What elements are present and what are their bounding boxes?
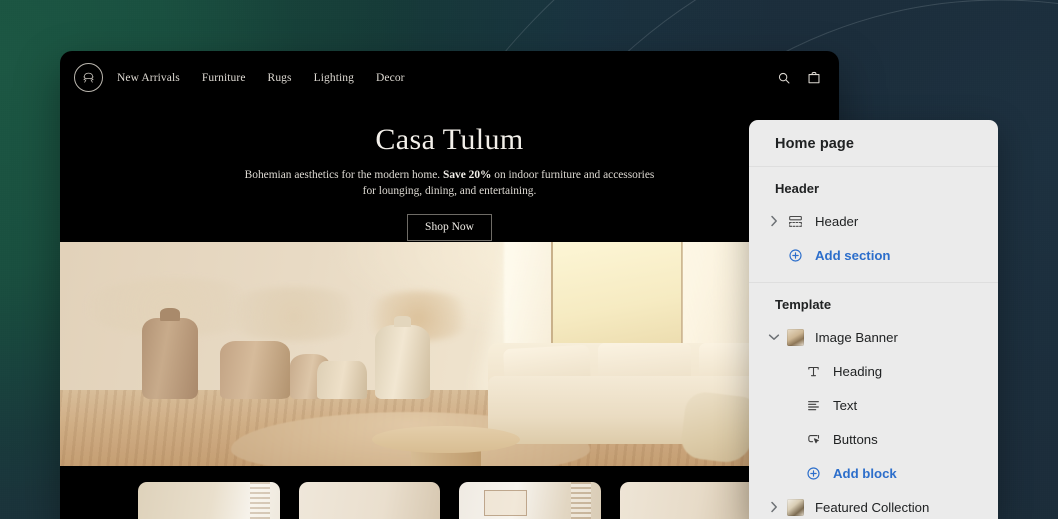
sidebar-item-label: Featured Collection (815, 499, 930, 515)
add-section-button[interactable]: Add section (749, 238, 998, 272)
theme-editor-sidebar[interactable]: Home page Header Header Add section Temp… (749, 120, 998, 519)
card-window-detail (249, 482, 270, 519)
hero-copy: Casa Tulum Bohemian aesthetics for the m… (60, 104, 839, 241)
sidebar-block-text[interactable]: Text (749, 388, 998, 422)
hero-vase-tall (141, 307, 198, 399)
hero-vase-cream (375, 316, 430, 399)
header-section-icon (783, 214, 807, 229)
hero-title: Casa Tulum (375, 123, 524, 156)
add-block-button[interactable]: Add block (749, 456, 998, 490)
hero-subtitle-emphasis: Save 20% (443, 168, 492, 181)
hero-subtitle: Bohemian aesthetics for the modern home.… (240, 167, 660, 199)
image-thumbnail-icon (783, 498, 807, 516)
hero-pampas-center (215, 286, 372, 341)
product-card[interactable] (619, 482, 761, 519)
hero-subtitle-part1: Bohemian aesthetics for the modern home. (244, 168, 443, 181)
hero-image (60, 242, 839, 466)
shop-now-button[interactable]: Shop Now (407, 213, 492, 241)
chevron-down-icon[interactable] (767, 333, 781, 341)
hero-cta-wrap: Shop Now (130, 199, 769, 241)
nav-link-furniture[interactable]: Furniture (202, 72, 246, 84)
page-title: Home page (775, 136, 855, 152)
shopping-bag-icon[interactable] (807, 70, 821, 85)
chevron-right-icon[interactable] (767, 501, 781, 513)
nav-link-decor[interactable]: Decor (376, 72, 405, 84)
nav-link-rugs[interactable]: Rugs (268, 72, 292, 84)
product-card[interactable] (459, 482, 601, 519)
sidebar-block-label: Heading (833, 363, 883, 379)
sidebar-block-label: Buttons (833, 431, 878, 447)
store-nav-links: New Arrivals Furniture Rugs Lighting Dec… (117, 72, 405, 84)
card-framed-art (484, 490, 527, 517)
sidebar-item-label: Header (815, 213, 859, 229)
store-nav-actions (777, 70, 821, 85)
add-section-label: Add section (815, 247, 891, 263)
text-icon (801, 398, 825, 413)
storefront-preview[interactable]: New Arrivals Furniture Rugs Lighting Dec… (60, 51, 839, 519)
image-thumbnail (786, 328, 804, 346)
store-navbar: New Arrivals Furniture Rugs Lighting Dec… (60, 51, 839, 104)
sidebar-block-label: Text (833, 397, 858, 413)
armchair-logo-icon[interactable] (74, 63, 103, 92)
button-cursor-icon (801, 432, 825, 447)
nav-link-new-arrivals[interactable]: New Arrivals (117, 72, 180, 84)
sidebar-block-buttons[interactable]: Buttons (749, 422, 998, 456)
sidebar-item-featured-collection[interactable]: Featured Collection (749, 490, 998, 519)
sidebar-block-heading[interactable]: Heading (749, 354, 998, 388)
hero-vase-stool (317, 360, 367, 399)
hero-coffee-table (371, 425, 520, 453)
add-block-label: Add block (833, 465, 897, 481)
product-card[interactable] (138, 482, 280, 519)
featured-collection-cards (60, 482, 839, 519)
plus-circle-icon (783, 248, 807, 263)
search-icon[interactable] (777, 71, 791, 85)
screenshot-root: New Arrivals Furniture Rugs Lighting Dec… (0, 0, 1058, 519)
chevron-right-icon[interactable] (767, 215, 781, 227)
product-card[interactable] (298, 482, 440, 519)
plus-circle-icon (801, 466, 825, 481)
card-window-detail (570, 482, 591, 519)
heading-icon (801, 364, 825, 379)
group-label-template: Template (775, 297, 832, 312)
sidebar-item-label: Image Banner (815, 329, 898, 345)
sidebar-item-header[interactable]: Header (749, 204, 998, 238)
image-thumbnail (786, 498, 804, 516)
sidebar-item-image-banner[interactable]: Image Banner (749, 320, 998, 354)
hero-vase-wide (219, 340, 290, 399)
group-label-header: Header (775, 181, 820, 196)
nav-link-lighting[interactable]: Lighting (314, 72, 354, 84)
hero-window (550, 242, 684, 350)
image-thumbnail-icon (783, 328, 807, 346)
